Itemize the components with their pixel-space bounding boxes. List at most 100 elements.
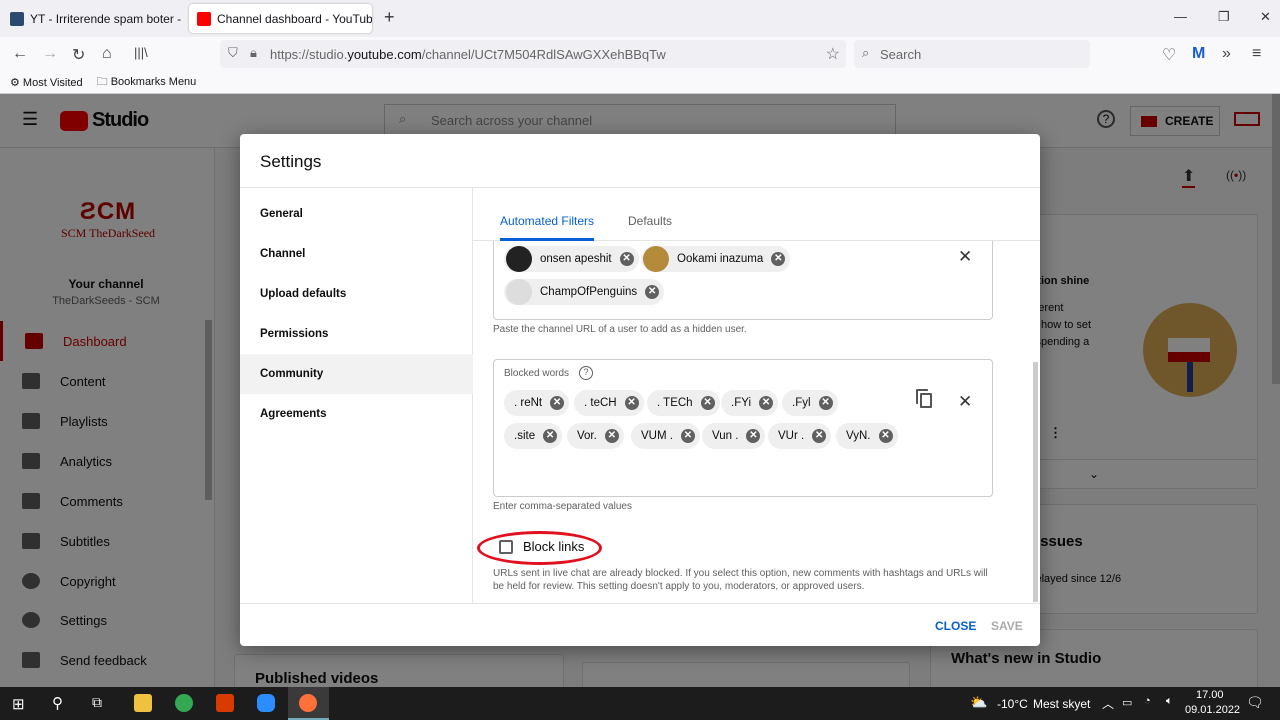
clock-date[interactable]: 09.01.2022 (1185, 704, 1240, 716)
chevron-up-icon[interactable]: ︿ (1102, 695, 1114, 712)
clear-all-icon[interactable]: ✕ (958, 392, 972, 412)
sidebar-item-dashboard[interactable]: Dashboard (0, 321, 210, 361)
chrome-icon[interactable] (175, 694, 193, 712)
browser-search-input[interactable]: ⌕ Search (854, 40, 1090, 68)
remove-chip-icon[interactable]: ✕ (624, 396, 639, 410)
sidebar-item-playlists[interactable]: Playlists (0, 401, 210, 441)
nav-general[interactable]: General (240, 194, 473, 234)
help-icon[interactable]: ? (1097, 110, 1115, 128)
sidebar-item-comments[interactable]: Comments (0, 481, 210, 521)
hidden-users-field[interactable]: onsen apeshit ✕ Ookami inazuma ✕ ChampOfPe… (493, 241, 993, 320)
remove-chip-icon[interactable]: ✕ (771, 252, 786, 266)
remove-chip-icon[interactable]: ✕ (680, 429, 695, 443)
url-bar[interactable]: ⛉ 🔒︎ https://studio. youtube.com/channel/… (220, 40, 846, 68)
channel-logo[interactable]: ƧCM SCM TheDarkSeed (58, 198, 158, 241)
pocket-icon[interactable]: ♡ (1162, 45, 1176, 65)
page-scrollbar[interactable] (1272, 94, 1280, 384)
block-links-checkbox[interactable]: Block links (499, 539, 584, 554)
minimize-icon[interactable]: — (1174, 9, 1187, 24)
nav-community[interactable]: Community (240, 354, 473, 394)
battery-icon[interactable]: ▭ (1122, 696, 1132, 709)
blocked-words-field[interactable]: Blocked words ? . reNt ✕ . teCH ✕ . TECh ✕ … (493, 359, 993, 497)
windows-start-icon[interactable]: ⊞ (12, 695, 25, 713)
upload-icon[interactable]: ⬆ (1182, 166, 1196, 188)
weather-icon[interactable]: ⛅ (970, 694, 987, 711)
bookmark-most-visited[interactable]: ⚙ Most Visited (10, 76, 83, 89)
nav-permissions[interactable]: Permissions (240, 314, 473, 354)
library-icon[interactable]: |||\ (134, 45, 148, 60)
remove-chip-icon[interactable]: ✕ (543, 429, 558, 443)
remove-chip-icon[interactable]: ✕ (604, 429, 619, 443)
save-button[interactable]: SAVE (991, 619, 1023, 633)
reload-icon[interactable]: ↻ (72, 45, 85, 65)
sidebar-item-analytics[interactable]: Analytics (0, 441, 210, 481)
tab-defaults[interactable]: Defaults (628, 214, 672, 228)
blocked-word-chip: VUM . ✕ (631, 423, 700, 449)
nav-channel[interactable]: Channel (240, 234, 473, 274)
remove-chip-icon[interactable]: ✕ (878, 429, 893, 443)
remove-chip-icon[interactable]: ✕ (812, 429, 827, 443)
sidebar-scrollbar[interactable] (205, 320, 212, 500)
new-tab-icon[interactable]: + (384, 7, 395, 28)
close-button[interactable]: CLOSE (935, 619, 976, 633)
channel-search-input[interactable]: ⌕ Search across your channel (384, 104, 896, 136)
nav-upload-defaults[interactable]: Upload defaults (240, 274, 473, 314)
hidden-user-chip: Ookami inazuma ✕ (641, 246, 791, 272)
sidebar-item-content[interactable]: Content (0, 361, 210, 401)
sidebar-item-subtitles[interactable]: Subtitles (0, 521, 210, 561)
remove-chip-icon[interactable]: ✕ (700, 396, 715, 410)
create-button[interactable]: CREATE (1130, 106, 1220, 136)
extension-icon[interactable]: M (1192, 45, 1205, 63)
remove-chip-icon[interactable]: ✕ (759, 396, 774, 410)
help-icon[interactable]: ? (579, 366, 593, 380)
remove-chip-icon[interactable]: ✕ (818, 396, 833, 410)
sidebar-item-settings[interactable]: Settings (0, 600, 210, 640)
file-explorer-icon[interactable] (134, 694, 152, 712)
clear-all-icon[interactable]: ✕ (958, 247, 972, 267)
tab-automated-filters[interactable]: Automated Filters (500, 214, 594, 228)
wifi-icon[interactable]: ◔ (1144, 695, 1151, 707)
notifications-icon[interactable]: 🗨︎ (1246, 694, 1264, 711)
dialog-scrollbar[interactable] (1033, 362, 1038, 602)
go-live-icon[interactable]: ((•)) (1226, 168, 1246, 182)
browser-tab-active[interactable]: Channel dashboard - YouTube S ✕ (189, 4, 372, 33)
nav-agreements[interactable]: Agreements (240, 394, 473, 434)
restore-icon[interactable]: ❐ (1218, 9, 1230, 25)
sidebar-item-copyright[interactable]: Copyright (0, 561, 210, 601)
bookmark-menu[interactable]: 🗀︎ Bookmarks Menu (97, 73, 197, 92)
checkbox-unchecked-icon[interactable] (499, 539, 513, 554)
your-channel-label: Your channel (68, 277, 144, 291)
task-view-icon[interactable]: ⧉ (92, 694, 102, 711)
blocked-word-chip: .FYi ✕ (721, 390, 779, 416)
overflow-icon[interactable]: » (1222, 45, 1231, 63)
published-videos-card: Published videos (234, 654, 564, 687)
office-icon[interactable] (216, 694, 234, 712)
home-icon[interactable]: ⌂ (102, 45, 112, 63)
remove-chip-icon[interactable]: ✕ (746, 429, 761, 443)
sidebar-label: Content (60, 373, 106, 389)
chevron-down-icon[interactable]: ⌄ (1089, 467, 1099, 481)
search-icon: ⌕ (862, 45, 870, 60)
zoom-icon[interactable] (257, 694, 275, 712)
studio-logo[interactable]: Studio (92, 109, 149, 132)
volume-icon[interactable]: 🔈︎ (1166, 695, 1173, 708)
menu-icon[interactable]: ≡ (1252, 45, 1261, 63)
back-icon[interactable]: ← (12, 45, 28, 63)
bookmark-star-icon[interactable]: ☆ (826, 44, 840, 64)
remove-chip-icon[interactable]: ✕ (619, 252, 634, 266)
firefox-taskbar-button[interactable] (288, 687, 329, 720)
remove-chip-icon[interactable]: ✕ (550, 396, 565, 410)
more-options-icon[interactable]: ⋮ (1049, 425, 1062, 441)
dialog-footer: CLOSE SAVE (240, 603, 1040, 646)
clock-time[interactable]: 17.00 (1196, 689, 1224, 701)
browser-tab[interactable]: YT - Irriterende spam boter - Int ✕ (2, 4, 182, 33)
account-avatar[interactable] (1234, 112, 1260, 126)
tab-title: YT - Irriterende spam boter - Int (30, 11, 182, 26)
hamburger-menu-icon[interactable]: ☰ (22, 109, 38, 130)
close-window-icon[interactable]: ✕ (1260, 9, 1271, 25)
sidebar-item-send-feedback[interactable]: Send feedback (0, 640, 210, 680)
remove-chip-icon[interactable]: ✕ (645, 285, 660, 299)
copy-icon[interactable] (920, 393, 932, 408)
search-icon[interactable]: ⚲ (52, 694, 63, 712)
forward-icon[interactable]: → (42, 45, 58, 63)
